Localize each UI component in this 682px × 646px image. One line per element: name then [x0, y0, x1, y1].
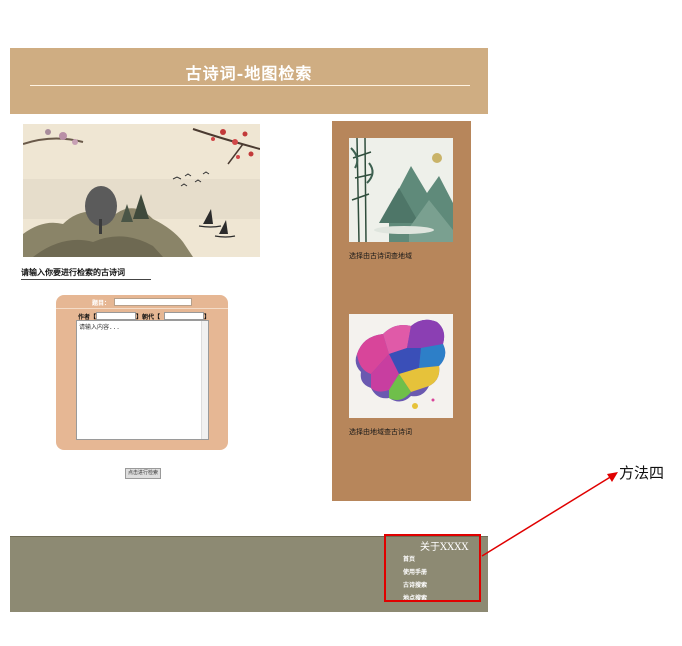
annotation-label: 方法四 — [619, 464, 665, 482]
annotation-arrow — [481, 472, 618, 557]
